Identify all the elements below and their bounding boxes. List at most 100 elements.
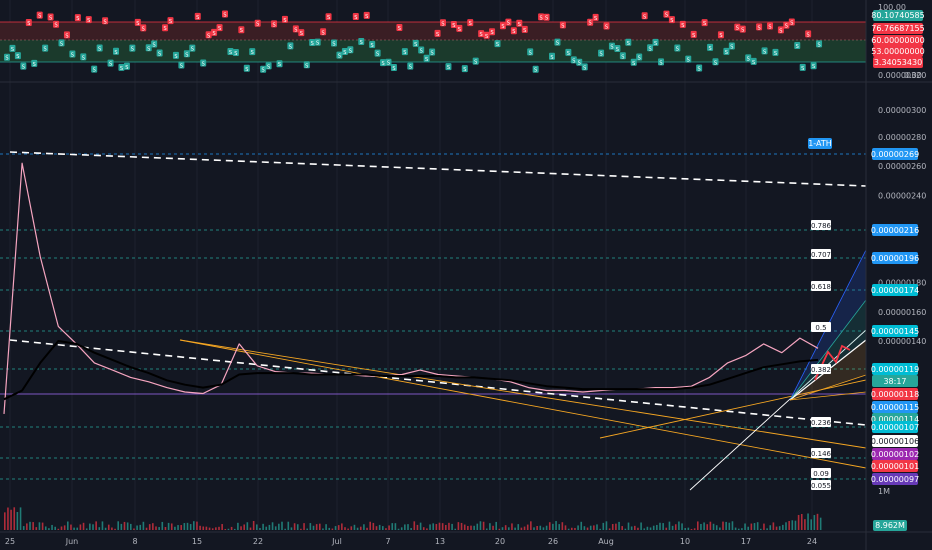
- volume-bar: [13, 507, 16, 530]
- volume-bar: [426, 528, 428, 530]
- volume-bar: [319, 523, 321, 530]
- signal-marker-text: S: [758, 25, 761, 31]
- volume-bar: [495, 521, 497, 530]
- volume-bar: [177, 525, 179, 530]
- volume-bar: [769, 525, 772, 530]
- volume-bar: [599, 528, 601, 530]
- volume-bar: [51, 524, 53, 530]
- volume-bar: [413, 521, 416, 530]
- volume-bar: [800, 514, 803, 530]
- signal-marker-text: S: [283, 18, 286, 24]
- signal-marker-text: S: [512, 29, 515, 35]
- volume-bar: [369, 521, 371, 530]
- volume-bar: [252, 521, 255, 530]
- signal-marker-text: S: [545, 16, 548, 22]
- volume-bar: [678, 521, 680, 530]
- volume-bar: [366, 527, 368, 530]
- signal-marker-text: S: [752, 60, 755, 66]
- volume-bar: [722, 521, 724, 530]
- price-badge-text: 0.00000118: [871, 390, 919, 399]
- signal-marker-text: S: [267, 64, 270, 70]
- volume-bar: [533, 527, 535, 530]
- volume-bar: [344, 527, 346, 530]
- price-badge-text: 0.00000102: [871, 450, 919, 459]
- signal-marker-text: S: [223, 13, 226, 19]
- volume-bar: [520, 527, 523, 530]
- volume-bar: [791, 520, 794, 530]
- volume-bar: [797, 514, 800, 530]
- volume-bar: [523, 526, 526, 530]
- volume-bar: [215, 527, 217, 530]
- x-tick-label: 8: [132, 537, 137, 546]
- chart-canvas[interactable]: SSSSSSSSSSSSSSSSSSSSSS SSSSSSSSSSSSSSSS SS…: [0, 0, 932, 550]
- volume-bar: [211, 528, 214, 530]
- volume-bar: [237, 522, 239, 530]
- signal-marker-text: S: [779, 28, 782, 34]
- volume-bar: [95, 521, 97, 530]
- signal-marker-text: S: [272, 22, 275, 28]
- volume-bar: [734, 527, 737, 530]
- signal-marker-text: S: [278, 62, 281, 68]
- x-tick-label: 13: [435, 537, 445, 546]
- volume-bar: [385, 528, 387, 530]
- volume-bar: [429, 524, 431, 530]
- ath-label: 1-ATH: [808, 138, 832, 149]
- signal-marker-text: S: [256, 22, 259, 28]
- volume-bar: [170, 523, 173, 530]
- price-badge-text: 0.00000216: [871, 226, 919, 235]
- volume-bar: [457, 522, 460, 530]
- signal-marker-text: S: [725, 50, 728, 56]
- volume-bar: [706, 524, 709, 530]
- signal-marker-text: S: [332, 41, 335, 47]
- volume-bar: [85, 528, 88, 530]
- volume-bar: [180, 525, 182, 530]
- volume-bar: [492, 525, 494, 530]
- volume-bar: [35, 527, 38, 530]
- signal-marker-text: S: [76, 16, 79, 22]
- volume-bar: [397, 528, 400, 530]
- signal-marker-text: S: [567, 51, 570, 57]
- signal-marker-text: S: [616, 47, 619, 53]
- volume-bar: [164, 527, 167, 530]
- volume-bar: [652, 525, 655, 530]
- volume-bar: [558, 524, 560, 530]
- signal-marker-text: S: [354, 15, 357, 21]
- volume-bar: [196, 521, 198, 530]
- volume-bar: [668, 521, 671, 530]
- volume-bar: [454, 528, 457, 530]
- volume-bar: [410, 528, 412, 530]
- signal-marker-text: S: [469, 21, 472, 27]
- signal-marker-text: S: [632, 61, 635, 67]
- signal-marker-text: S: [125, 65, 128, 71]
- volume-bar: [309, 523, 312, 530]
- volume-bar: [268, 524, 271, 530]
- volume-bar: [375, 526, 378, 530]
- volume-bar: [63, 525, 66, 530]
- volume-bar: [593, 525, 595, 530]
- x-tick-label: 25: [5, 537, 15, 546]
- signal-marker-text: S: [44, 47, 47, 53]
- oscillator-badge-text: 53.00000000: [871, 47, 924, 56]
- fib-label: 0.09: [813, 470, 829, 478]
- volume-bar: [504, 525, 507, 530]
- signal-marker-text: S: [730, 44, 733, 50]
- volume-bar: [92, 524, 94, 530]
- volume-bar: [700, 523, 702, 530]
- volume-bar: [89, 523, 91, 530]
- signal-marker-text: S: [82, 55, 85, 61]
- volume-bar: [262, 523, 264, 530]
- price-badge-text: 0.00000106: [871, 437, 919, 446]
- volume-bar: [756, 522, 759, 530]
- volume-bar: [627, 522, 630, 530]
- volume-bar: [731, 521, 734, 530]
- volume-bar: [567, 528, 570, 530]
- volume-bar: [19, 507, 22, 530]
- volume-bar: [54, 526, 56, 530]
- volume-bar: [322, 528, 324, 530]
- volume-bar: [564, 525, 567, 530]
- volume-bar: [293, 523, 296, 530]
- volume-bar: [120, 523, 123, 530]
- volume-bar: [224, 528, 227, 530]
- volume-bar: [709, 521, 712, 530]
- volume-bar: [602, 522, 605, 530]
